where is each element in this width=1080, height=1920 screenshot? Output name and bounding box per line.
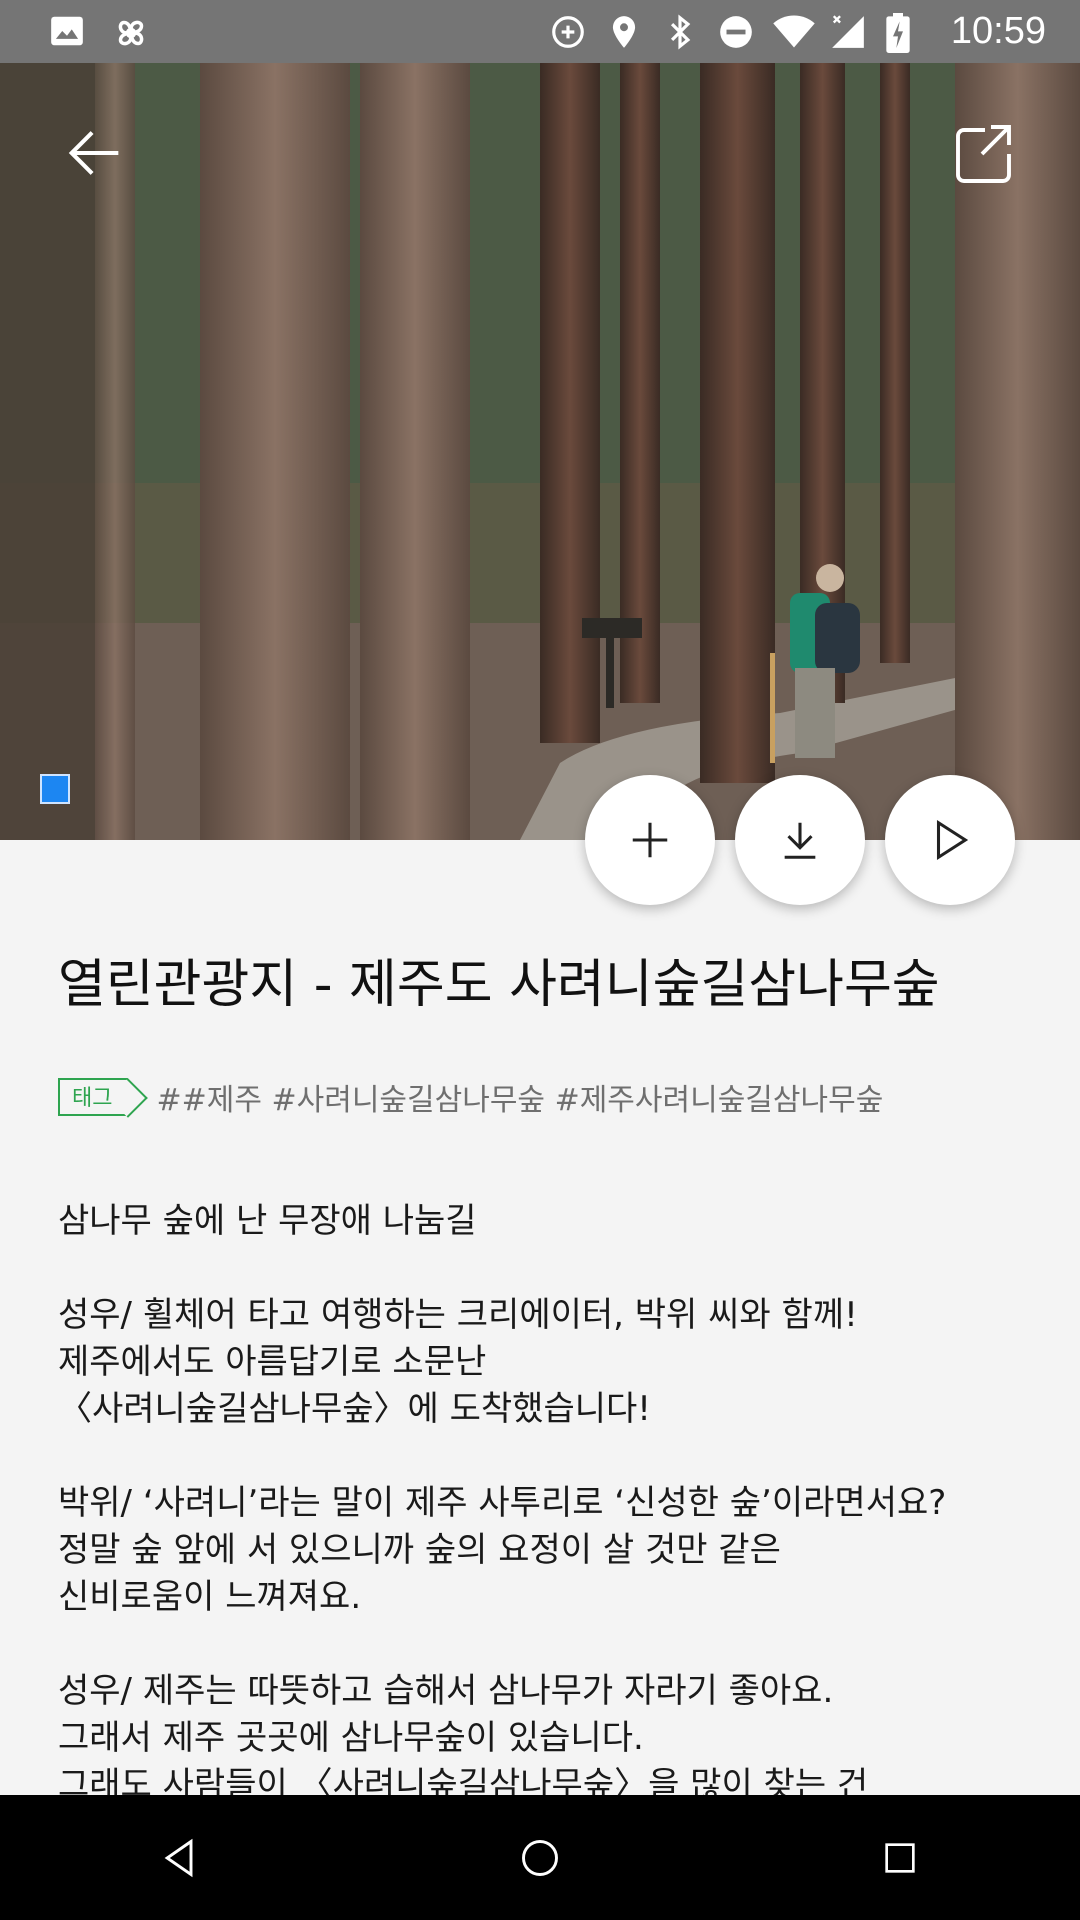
nav-home-icon [522, 1839, 558, 1876]
play-icon [936, 819, 969, 861]
image-icon [48, 12, 86, 50]
download-icon [784, 822, 816, 859]
battery-charging-icon [885, 12, 923, 53]
wifi-icon [773, 13, 815, 51]
tag-row: 태그 ##제주 #사려니숲길삼나무숲 #제주사려니숲길삼나무숲 [58, 1075, 883, 1119]
nav-back-button[interactable] [140, 1818, 220, 1898]
hero-image [0, 63, 1080, 840]
system-nav-bar [0, 1795, 1080, 1920]
nav-recents-icon [885, 1842, 915, 1873]
paragraph-spacer [58, 1433, 1028, 1480]
paragraph-spacer [58, 1621, 1028, 1668]
pinwheel-icon [110, 12, 148, 50]
add-button[interactable] [585, 775, 715, 905]
nav-back-icon [164, 1838, 193, 1877]
paragraph-spacer [58, 1245, 1028, 1292]
bluetooth-icon [661, 13, 699, 51]
do-not-disturb-icon [717, 13, 755, 51]
location-icon [605, 13, 643, 51]
play-button[interactable] [885, 775, 1015, 905]
article-paragraph: 삼나무 숲에 난 무장애 나눔길 [58, 1201, 477, 1241]
article-body: 삼나무 숲에 난 무장애 나눔길 성우/ 휠체어 타고 여행하는 크리에이터, … [58, 1198, 1028, 1809]
plus-icon [632, 822, 668, 858]
back-button[interactable] [60, 118, 150, 208]
nav-recents-button[interactable] [860, 1818, 940, 1898]
forest-photo [0, 63, 1080, 840]
article-paragraph: 박위/ ‘사려니’라는 말이 제주 사투리로 ‘신성한 숲’이라면서요? 정말 … [58, 1483, 947, 1617]
page-indicator [40, 774, 70, 804]
status-time: 10:59 [950, 10, 1046, 52]
share-icon [956, 125, 1011, 183]
share-button[interactable] [946, 118, 1036, 208]
page-title: 열린관광지 - 제주도 사려니숲길삼나무숲 [58, 955, 940, 1015]
article-paragraph: 성우/ 휠체어 타고 여행하는 크리에이터, 박위 씨와 함께! 제주에서도 아… [58, 1295, 858, 1429]
signal-icon [829, 13, 867, 51]
tag-list[interactable]: ##제주 #사려니숲길삼나무숲 #제주사려니숲길삼나무숲 [156, 1075, 883, 1119]
data-saver-icon [549, 13, 587, 51]
article-paragraph: 성우/ 제주는 따뜻하고 습해서 삼나무가 자라기 좋아요. 그래서 제주 곳곳… [58, 1671, 869, 1805]
download-button[interactable] [735, 775, 865, 905]
nav-home-button[interactable] [500, 1818, 580, 1898]
tag-badge: 태그 [58, 1078, 129, 1116]
status-bar: 10:59 [0, 0, 1080, 63]
arrow-left-icon [68, 131, 119, 175]
